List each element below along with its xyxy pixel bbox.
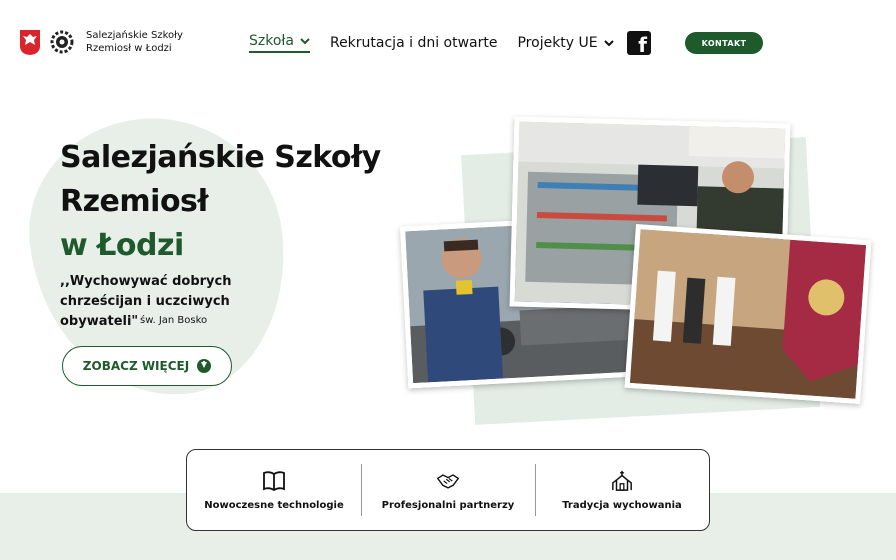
quote-author: św. Jan Bosko [140, 315, 208, 326]
see-more-label: ZOBACZ WIĘCEJ [82, 359, 190, 373]
hero-title-line-3: w Łodzi [60, 228, 184, 263]
nav-item-projekty-ue[interactable]: Projekty UE [517, 35, 614, 51]
nav-item-label: Projekty UE [517, 35, 598, 51]
photo-church-banner [624, 223, 872, 405]
feature-label: Tradycja wychowania [562, 499, 682, 511]
hero-title: Salezjańskie Szkoły Rzemiosł w Łodzi [60, 136, 400, 268]
main-nav: Szkoła Rekrutacja i dni otwarte Projekty… [249, 33, 634, 53]
feature-partners: Profesjonalni partnerzy [361, 450, 535, 530]
nav-item-label: Szkoła [249, 33, 294, 49]
arrow-down-circle-icon [197, 359, 212, 373]
gear-logo-icon [50, 30, 74, 54]
site-logo[interactable]: Salezjańskie Szkoły Rzemiosł w Łodzi [18, 28, 183, 56]
feature-label: Nowoczesne technologie [204, 499, 344, 511]
logo-line-2: Rzemiosł w Łodzi [86, 43, 172, 54]
features-box: Nowoczesne technologie Profesjonalni par… [186, 449, 710, 531]
handshake-icon [436, 473, 460, 489]
facebook-icon[interactable]: f [627, 31, 651, 56]
nav-item-rekrutacja[interactable]: Rekrutacja i dni otwarte [330, 35, 498, 51]
chevron-down-icon [300, 37, 310, 44]
open-book-icon [263, 470, 285, 491]
logo-text: Salezjańskie Szkoły Rzemiosł w Łodzi [86, 29, 183, 55]
logo-line-1: Salezjańskie Szkoły [86, 30, 183, 41]
feature-label: Profesjonalni partnerzy [381, 499, 515, 511]
nav-item-szkola[interactable]: Szkoła [249, 33, 310, 53]
feature-technology: Nowoczesne technologie [187, 450, 361, 530]
church-banner-illustration [629, 229, 867, 399]
hero-title-line-2: Rzemiosł [60, 184, 209, 219]
polish-eagle-icon [20, 30, 40, 55]
contact-button[interactable]: KONTAKT [685, 32, 763, 54]
church-icon [612, 470, 632, 491]
hero-title-line-1: Salezjańskie Szkoły [60, 140, 381, 175]
chevron-down-icon [603, 39, 614, 46]
see-more-button[interactable]: ZOBACZ WIĘCEJ [62, 346, 232, 386]
feature-tradition: Tradycja wychowania [535, 450, 709, 530]
nav-item-label: Rekrutacja i dni otwarte [329, 35, 498, 51]
